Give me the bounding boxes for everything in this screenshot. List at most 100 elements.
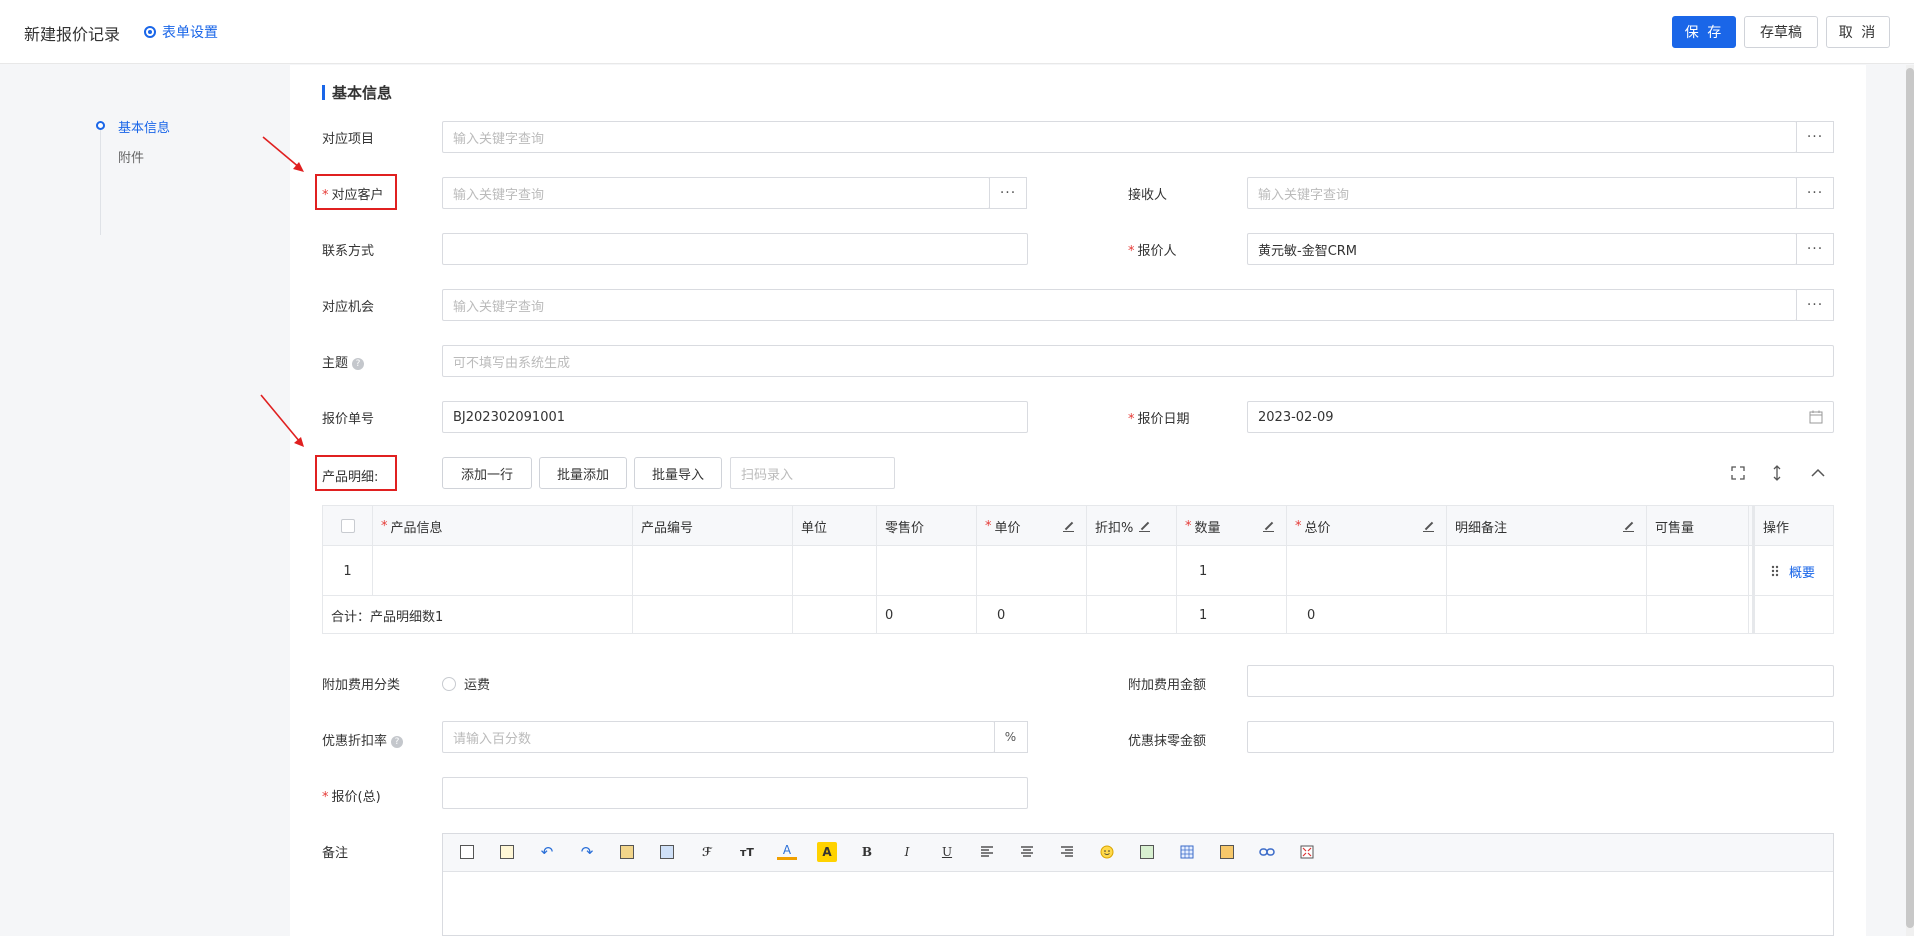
- batch-import-button[interactable]: 批量导入: [634, 457, 722, 489]
- quoter-picker-button[interactable]: ···: [1796, 233, 1834, 265]
- opportunity-label: 对应机会: [322, 300, 375, 315]
- bold-icon[interactable]: B: [857, 842, 877, 862]
- insert-image-icon[interactable]: [1137, 842, 1157, 862]
- customer-input[interactable]: 输入关键字查询: [442, 177, 990, 209]
- receiver-picker-button[interactable]: ···: [1796, 177, 1834, 209]
- annotation-arrow-icon: [260, 394, 304, 447]
- undo-icon[interactable]: ↶: [537, 842, 557, 862]
- highlight-box-product-detail: [315, 455, 397, 491]
- annotation-arrow-icon: [262, 136, 304, 172]
- row-product-info-cell[interactable]: [373, 546, 633, 596]
- save-button[interactable]: 保 存: [1672, 16, 1736, 48]
- edit-icon[interactable]: [1139, 521, 1151, 532]
- row-unit-price-cell[interactable]: [977, 546, 1087, 596]
- fullscreen-icon[interactable]: [1731, 466, 1745, 480]
- customer-picker-button[interactable]: ···: [989, 177, 1027, 209]
- cancel-button[interactable]: 取 消: [1826, 16, 1890, 48]
- product-table: * 产品信息 产品编号 单位 零售价 * 单价 折扣% * 数量 * 总价 明细备注 可…: [322, 505, 1834, 634]
- font-color-icon[interactable]: A: [777, 842, 797, 860]
- highlight-icon[interactable]: A: [817, 842, 837, 862]
- project-input[interactable]: 输入关键字查询: [442, 121, 1797, 153]
- chevron-up-icon[interactable]: [1810, 467, 1826, 479]
- project-picker-button[interactable]: ···: [1796, 121, 1834, 153]
- row-product-code-cell: [633, 546, 793, 596]
- save-draft-button[interactable]: 存草稿: [1744, 16, 1818, 48]
- summary-link[interactable]: 概要: [1789, 562, 1815, 581]
- link-icon[interactable]: [1257, 842, 1277, 862]
- quote-date-value: 2023-02-09: [1258, 409, 1334, 425]
- paste-icon[interactable]: [617, 842, 637, 862]
- help-icon[interactable]: ?: [352, 358, 365, 370]
- summary-remark-cell: [1447, 596, 1647, 634]
- form-settings-link[interactable]: 表单设置: [144, 22, 218, 42]
- row-actions-cell: 概要: [1752, 546, 1833, 596]
- freight-radio-option[interactable]: 运费: [442, 674, 490, 693]
- table-header: * 产品信息 产品编号 单位 零售价 * 单价 折扣% * 数量 * 总价 明细备注 可…: [323, 506, 1833, 546]
- round-off-input[interactable]: [1247, 721, 1834, 753]
- freight-radio[interactable]: [442, 677, 456, 691]
- emoji-icon[interactable]: [1097, 842, 1117, 862]
- top-bar: 新建报价记录 表单设置 保 存 存草稿 取 消: [0, 0, 1914, 64]
- editor-toolbar: ↶ ↷ ℱ тT A A B I U: [443, 834, 1833, 872]
- edit-icon[interactable]: [1063, 521, 1074, 532]
- edit-icon[interactable]: [1623, 521, 1634, 532]
- align-left-icon[interactable]: [977, 842, 997, 862]
- subject-input[interactable]: 可不填写由系统生成: [442, 345, 1834, 377]
- select-all-checkbox[interactable]: [340, 519, 355, 533]
- redo-icon[interactable]: ↷: [577, 842, 597, 862]
- picture-icon[interactable]: [1217, 842, 1237, 862]
- contact-input[interactable]: [442, 233, 1028, 265]
- nav-item-attachments[interactable]: 附件: [118, 147, 144, 166]
- paste-text-icon[interactable]: [657, 842, 677, 862]
- discount-rate-input[interactable]: 请输入百分数: [442, 721, 995, 753]
- nav-line: [100, 125, 101, 235]
- col-unit: 单位: [793, 506, 877, 546]
- row-total-cell[interactable]: [1287, 546, 1447, 596]
- scrollbar-thumb[interactable]: [1906, 68, 1914, 928]
- font-size-icon[interactable]: тT: [737, 842, 757, 862]
- opportunity-input[interactable]: 输入关键字查询: [442, 289, 1797, 321]
- row-retail-cell: [877, 546, 977, 596]
- align-center-icon[interactable]: [1017, 842, 1037, 862]
- col-quantity: * 数量: [1177, 506, 1287, 546]
- form-settings-label: 表单设置: [162, 25, 218, 41]
- receiver-input[interactable]: 输入关键字查询: [1247, 177, 1797, 209]
- expand-vertical-icon[interactable]: [1770, 465, 1784, 481]
- round-off-label: 优惠抹零金额: [1128, 734, 1207, 749]
- row-discount-cell[interactable]: [1087, 546, 1177, 596]
- fullscreen-icon[interactable]: [1297, 842, 1317, 862]
- row-quantity-cell[interactable]: 1: [1177, 546, 1287, 596]
- summary-code-cell: [633, 596, 793, 634]
- row-unit-cell: [793, 546, 877, 596]
- help-icon[interactable]: ?: [391, 736, 404, 748]
- align-right-icon[interactable]: [1057, 842, 1077, 862]
- row-remark-cell[interactable]: [1447, 546, 1647, 596]
- scan-input[interactable]: 扫码录入: [730, 457, 895, 489]
- quote-date-input[interactable]: 2023-02-09: [1247, 401, 1834, 433]
- quoter-input[interactable]: 黄元敏-金智CRM: [1247, 233, 1797, 265]
- col-available-qty: 可售量: [1647, 506, 1749, 546]
- batch-add-button[interactable]: 批量添加: [539, 457, 627, 489]
- italic-icon[interactable]: I: [897, 842, 917, 862]
- table-icon[interactable]: [1177, 842, 1197, 862]
- total-quote-input[interactable]: [442, 777, 1028, 809]
- summary-quantity: 1: [1177, 596, 1287, 634]
- add-row-button[interactable]: 添加一行: [442, 457, 532, 489]
- extra-fee-amount-input[interactable]: [1247, 665, 1834, 697]
- drag-handle-icon[interactable]: [1771, 565, 1779, 577]
- clipboard-icon[interactable]: [457, 842, 477, 862]
- edit-icon[interactable]: [1423, 521, 1434, 532]
- rich-text-editor[interactable]: ↶ ↷ ℱ тT A A B I U: [442, 833, 1834, 936]
- page-icon[interactable]: [497, 842, 517, 862]
- discount-rate-label: 优惠折扣率?: [322, 730, 404, 749]
- extra-fee-type-label: 附加费用分类: [322, 678, 401, 693]
- font-family-icon[interactable]: ℱ: [697, 842, 717, 862]
- summary-discount-cell: [1087, 596, 1177, 634]
- underline-icon[interactable]: U: [937, 842, 957, 862]
- edit-icon[interactable]: [1263, 521, 1274, 532]
- quote-number-input[interactable]: BJ202302091001: [442, 401, 1028, 433]
- nav-item-basic-info[interactable]: 基本信息: [118, 117, 170, 136]
- opportunity-picker-button[interactable]: ···: [1796, 289, 1834, 321]
- quote-number-label: 报价单号: [322, 412, 375, 427]
- col-detail-remark: 明细备注: [1447, 506, 1647, 546]
